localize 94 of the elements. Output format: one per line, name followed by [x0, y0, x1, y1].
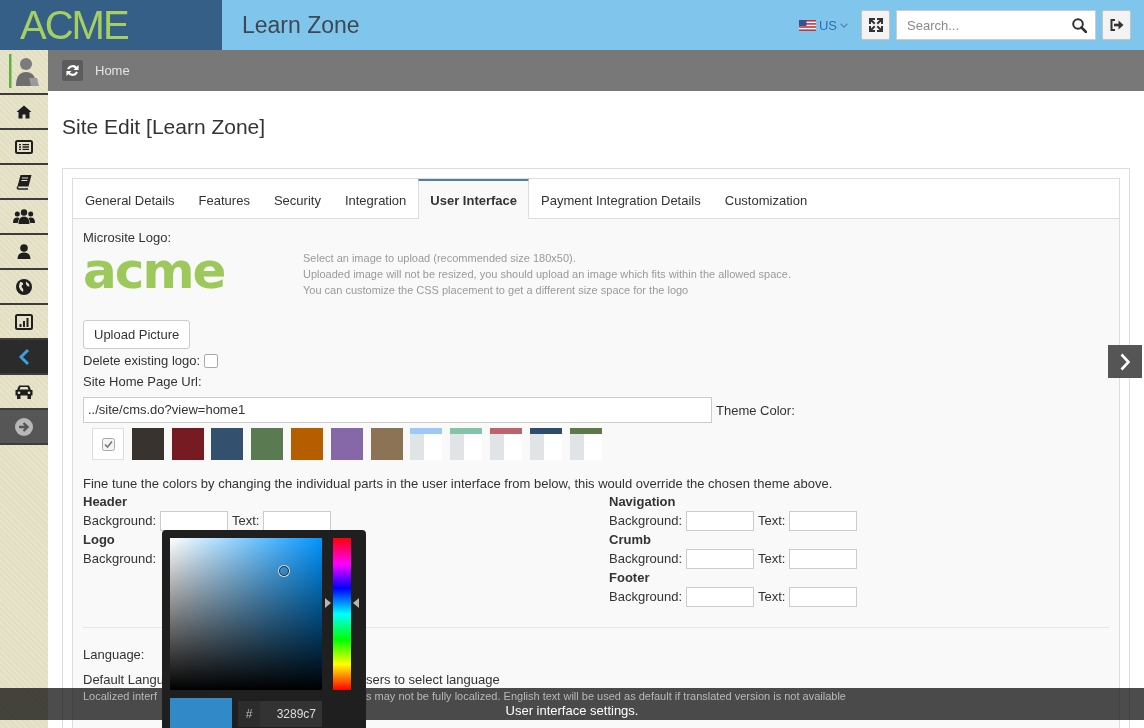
- help-text: Uploaded image will not be resized, you should upload an image which fits within the allowed space.: [303, 267, 791, 282]
- color-gradient-field[interactable]: [170, 538, 322, 690]
- color-swatch[interactable]: [330, 428, 363, 460]
- chevron-right-icon: [1120, 352, 1130, 371]
- color-input-field[interactable]: [789, 587, 858, 607]
- field-label: Background:: [609, 588, 682, 606]
- next-button[interactable]: [1108, 345, 1142, 378]
- tab[interactable]: User Interface: [418, 179, 530, 219]
- note-text: Localized interf: [83, 690, 157, 702]
- hash-label: #: [238, 701, 260, 727]
- book-icon: [16, 173, 32, 190]
- color-swatch[interactable]: [370, 428, 403, 460]
- layout-swatch[interactable]: [489, 428, 522, 460]
- url-input-field[interactable]: ../site/cms.do?view=home1: [83, 397, 712, 423]
- color-swatch[interactable]: [291, 428, 323, 460]
- sign-out-icon: [1109, 19, 1124, 31]
- home-icon: [16, 104, 32, 119]
- field-label: Text:: [232, 512, 260, 530]
- field-label: Text:: [758, 588, 786, 606]
- tab[interactable]: Features: [186, 179, 262, 219]
- color-swatch[interactable]: [251, 428, 284, 460]
- field-label: Background:: [83, 550, 156, 568]
- refresh-icon: [66, 64, 79, 77]
- users-icon: [13, 209, 35, 224]
- hex-input-field[interactable]: 3289c7: [260, 701, 322, 727]
- color-input-field[interactable]: [686, 587, 754, 607]
- sidebar-item[interactable]: [0, 410, 48, 445]
- tab[interactable]: Payment Integration Details: [529, 179, 713, 219]
- hue-slider[interactable]: [324, 538, 358, 690]
- color-preview-swatch: [170, 698, 232, 728]
- field-label: Background:: [83, 512, 156, 530]
- circle-arrow-right-icon: [15, 417, 33, 436]
- color-input-field[interactable]: [686, 511, 754, 531]
- help-text: You can customize the CSS placement to get a different size space for the logo: [303, 283, 690, 298]
- field-label: Text:: [758, 550, 786, 568]
- color-swatch[interactable]: [171, 428, 204, 460]
- group-heading: Crumb: [609, 531, 652, 549]
- layout-swatch[interactable]: [450, 428, 483, 460]
- refresh-button[interactable]: [62, 60, 83, 81]
- delete-logo-checkbox[interactable]: [204, 354, 219, 368]
- group-heading: Header: [83, 493, 129, 511]
- expand-icon: [868, 18, 883, 32]
- flag-icon: [798, 19, 816, 31]
- color-swatch[interactable]: [92, 428, 124, 460]
- caption-text: User interface settings.: [505, 703, 639, 718]
- color-input-field[interactable]: [686, 549, 754, 569]
- upload-picture-button[interactable]: Upload Picture: [83, 320, 191, 349]
- tab[interactable]: General Details: [73, 179, 187, 219]
- color-input-field[interactable]: [789, 549, 858, 569]
- help-text: Select an image to upload (recommended size 180x50).: [303, 251, 577, 266]
- section-label: Language:: [83, 646, 146, 664]
- color-input-field[interactable]: [789, 511, 858, 531]
- caret-down-icon: [840, 22, 848, 28]
- group-heading: Navigation: [609, 493, 677, 511]
- bar-chart-icon: [15, 313, 33, 330]
- microsite-logo: acme: [83, 249, 225, 293]
- group-heading: Logo: [83, 531, 116, 549]
- color-input-field[interactable]: [160, 511, 228, 531]
- field-label: Theme Color:: [716, 402, 795, 418]
- layout-swatch[interactable]: [529, 428, 562, 460]
- language-text: sers to select language: [366, 671, 500, 689]
- car-icon: [14, 384, 34, 399]
- field-label: Delete existing logo:: [83, 352, 201, 370]
- search-field[interactable]: Search...: [896, 10, 1096, 40]
- note-text: s may not be fully localized. English text will be used as default if translated version is not available: [366, 690, 846, 702]
- layout-swatch[interactable]: [410, 428, 443, 460]
- field-label: Site Home Page Url:: [83, 373, 203, 391]
- globe-icon: [16, 278, 32, 295]
- hue-handle[interactable]: [324, 598, 359, 609]
- group-heading: Footer: [609, 569, 651, 587]
- field-label: Background:: [609, 512, 682, 530]
- search-icon: [1072, 17, 1087, 33]
- breadcrumb-link[interactable]: Home: [95, 63, 130, 78]
- chevron-left-icon: [18, 347, 30, 366]
- color-swatch[interactable]: [131, 428, 164, 460]
- color-input-field[interactable]: [263, 511, 332, 531]
- brand-logo[interactable]: ACME: [20, 3, 128, 47]
- fullscreen-button[interactable]: [861, 10, 890, 40]
- logout-button[interactable]: [1102, 10, 1131, 40]
- tab[interactable]: Security: [261, 179, 333, 219]
- field-label: Background:: [609, 550, 682, 568]
- page-title: Site Edit [Learn Zone]: [62, 114, 267, 140]
- section-label: Microsite Logo:: [83, 229, 173, 247]
- layout-swatch[interactable]: [569, 428, 602, 460]
- tab[interactable]: Integration: [332, 179, 419, 219]
- user-avatar-icon: [9, 53, 39, 88]
- site-title: Learn Zone: [242, 11, 360, 39]
- person-icon: [17, 244, 31, 259]
- list-icon: [15, 139, 33, 154]
- instruction-text: Fine tune the colors by changing the individual parts in the user interface from below, this would override the chosen theme above.: [83, 475, 834, 492]
- field-label: Text:: [758, 512, 786, 530]
- tab[interactable]: Customization: [712, 179, 820, 219]
- color-swatch[interactable]: [211, 428, 244, 460]
- checkbox-checked-icon: [101, 437, 115, 451]
